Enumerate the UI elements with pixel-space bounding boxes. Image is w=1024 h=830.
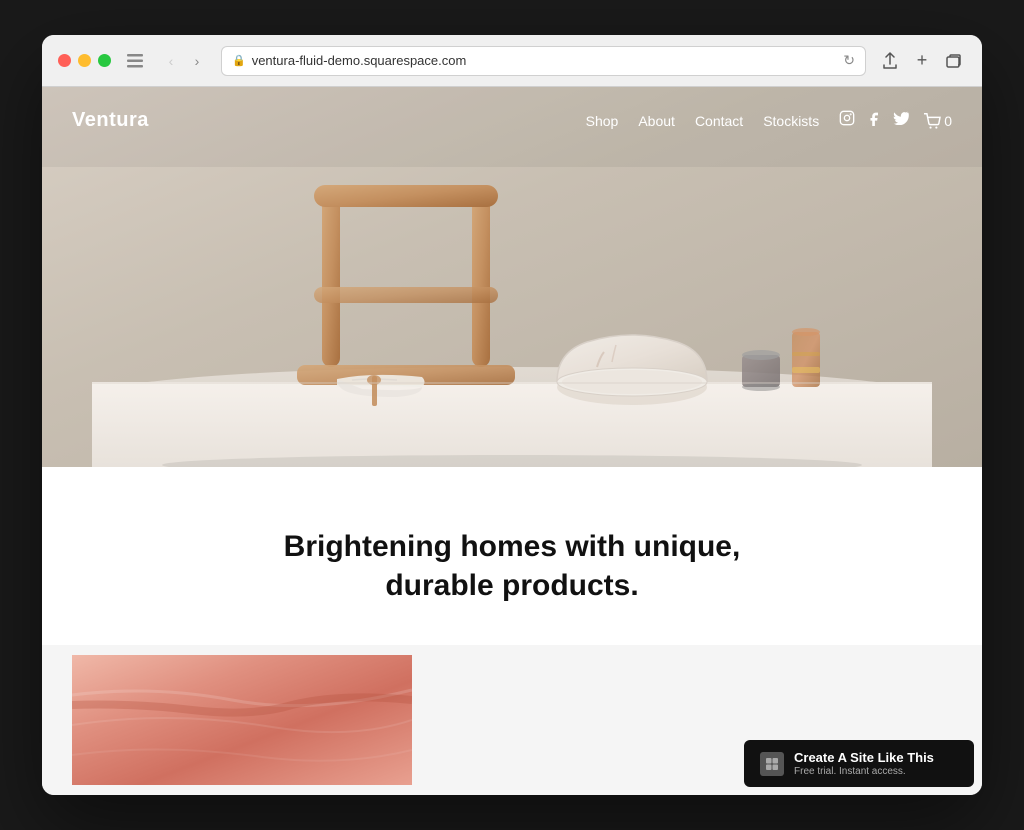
cta-banner[interactable]: Create A Site Like This Free trial. Inst… <box>744 740 974 787</box>
twitter-icon[interactable] <box>893 111 909 130</box>
product-image <box>72 655 412 785</box>
browser-window: ‹ › 🔒 ventura-fluid-demo.squarespace.com… <box>42 35 982 795</box>
nav-right: Shop About Contact Stockists <box>586 110 952 131</box>
white-section: Brightening homes with unique, durable p… <box>42 467 982 645</box>
traffic-lights <box>58 54 111 67</box>
nav-social-icons: 0 <box>839 110 952 131</box>
tagline-line2: durable products. <box>385 569 638 602</box>
tagline-line1: Brightening homes with unique, <box>284 530 741 563</box>
sidebar-toggle-button[interactable] <box>123 49 147 73</box>
nav-link-stockists[interactable]: Stockists <box>763 113 819 129</box>
facebook-icon[interactable] <box>869 110 879 131</box>
nav-link-contact[interactable]: Contact <box>695 113 743 129</box>
browser-actions: + <box>878 49 966 73</box>
reload-button[interactable]: ↻ <box>843 52 855 69</box>
cart-count: 0 <box>944 113 952 129</box>
nav-link-shop[interactable]: Shop <box>586 113 619 129</box>
product-illustration <box>72 655 412 785</box>
cta-title: Create A Site Like This <box>794 750 934 765</box>
bottom-section: Featured Create A Site Like This Free tr… <box>42 645 982 795</box>
squarespace-icon <box>760 752 784 776</box>
back-button[interactable]: ‹ <box>159 49 183 73</box>
traffic-light-red[interactable] <box>58 54 71 67</box>
site-wrapper: Ventura Shop About Contact Stockists <box>42 87 982 795</box>
lock-icon: 🔒 <box>232 54 246 67</box>
traffic-light-yellow[interactable] <box>78 54 91 67</box>
nav-link-about[interactable]: About <box>638 113 675 129</box>
tagline: Brightening homes with unique, durable p… <box>262 527 762 605</box>
share-button[interactable] <box>878 49 902 73</box>
site-logo[interactable]: Ventura <box>72 109 149 132</box>
new-tab-button[interactable]: + <box>910 49 934 73</box>
windows-button[interactable] <box>942 49 966 73</box>
forward-button[interactable]: › <box>185 49 209 73</box>
nav-arrows: ‹ › <box>159 49 209 73</box>
traffic-light-green[interactable] <box>98 54 111 67</box>
url-text: ventura-fluid-demo.squarespace.com <box>252 53 467 68</box>
instagram-icon[interactable] <box>839 110 855 131</box>
address-bar[interactable]: 🔒 ventura-fluid-demo.squarespace.com ↻ <box>221 46 866 76</box>
cta-text: Create A Site Like This Free trial. Inst… <box>794 750 934 777</box>
cta-subtitle: Free trial. Instant access. <box>794 766 934 777</box>
browser-chrome: ‹ › 🔒 ventura-fluid-demo.squarespace.com… <box>42 35 982 87</box>
cart-icon[interactable]: 0 <box>923 113 952 129</box>
site-nav: Ventura Shop About Contact Stockists <box>42 87 982 154</box>
